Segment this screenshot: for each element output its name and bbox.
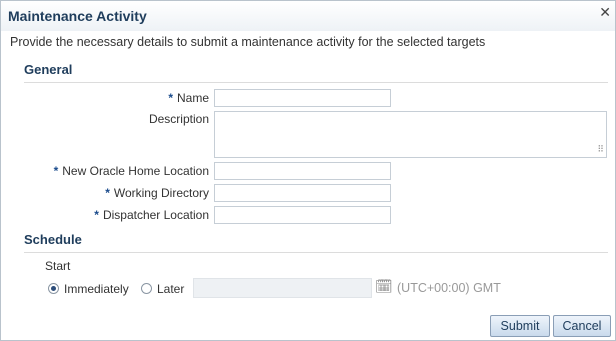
calendar-icon: 🗓 (375, 278, 393, 294)
later-radio[interactable] (141, 283, 152, 294)
immediately-radio[interactable] (48, 283, 59, 294)
later-label[interactable]: Later (157, 282, 184, 296)
oracle-home-label: * New Oracle Home Location (54, 164, 209, 178)
working-dir-label: * Working Directory (105, 186, 209, 200)
dispatcher-label: * Dispatcher Location (94, 208, 209, 222)
name-label: * Name (168, 91, 209, 105)
timezone-label: (UTC+00:00) GMT (397, 281, 501, 295)
section-heading-schedule: Schedule (24, 232, 608, 253)
description-label: Description (148, 112, 209, 126)
oracle-home-input[interactable] (214, 162, 391, 180)
submit-button[interactable]: Submit (490, 315, 550, 337)
name-input[interactable] (214, 89, 391, 107)
immediately-label[interactable]: Immediately (64, 282, 129, 296)
name-label-text: Name (176, 91, 209, 105)
cancel-button[interactable]: Cancel (553, 315, 611, 337)
required-marker: * (168, 91, 173, 105)
dispatcher-input[interactable] (214, 206, 391, 224)
close-icon[interactable]: ✕ (599, 4, 611, 21)
required-marker: * (105, 186, 110, 200)
working-dir-label-text: Working Directory (113, 186, 209, 200)
required-marker: * (94, 208, 99, 222)
dialog-titlebar: Maintenance Activity ✕ (1, 1, 615, 31)
start-label: Start (45, 259, 71, 273)
resize-grip-icon[interactable]: ⠿ (597, 144, 604, 155)
required-marker: * (53, 164, 59, 178)
dialog-title: Maintenance Activity (8, 8, 147, 24)
working-dir-input[interactable] (214, 184, 391, 202)
description-textarea[interactable]: ⠿ (214, 111, 607, 158)
later-datetime-input (193, 278, 372, 298)
oracle-home-label-text: New Oracle Home Location (62, 164, 209, 178)
dispatcher-label-text: Dispatcher Location (102, 208, 209, 222)
dialog-intro-text: Provide the necessary details to submit … (10, 35, 486, 49)
maintenance-activity-dialog: Maintenance Activity ✕ Provide the neces… (0, 0, 616, 341)
section-heading-general: General (24, 62, 608, 83)
